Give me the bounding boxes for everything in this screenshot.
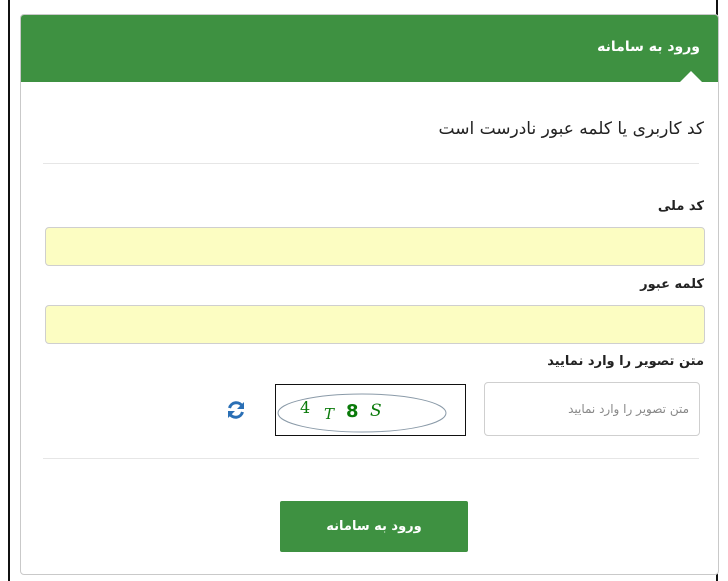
captcha-char: 4 (300, 398, 310, 417)
divider (43, 163, 699, 164)
refresh-icon[interactable] (225, 399, 247, 421)
window-border-left (8, 0, 10, 581)
error-message: کد کاربری یا کلمه عبور نادرست است (438, 119, 704, 139)
captcha-image: 4 T 8 S (275, 384, 466, 436)
login-panel: ورود به سامانه کد کاربری یا کلمه عبور نا… (20, 14, 719, 575)
national-code-field[interactable] (45, 227, 705, 266)
password-field[interactable] (45, 305, 705, 344)
header-notch (680, 71, 702, 82)
login-submit-button[interactable]: ورود به سامانه (280, 501, 468, 552)
password-label: کلمه عبور (640, 277, 704, 292)
captcha-label: متن تصویر را وارد نمایید (547, 354, 704, 369)
captcha-char: S (370, 401, 382, 421)
panel-header: ورود به سامانه (21, 15, 718, 82)
divider (43, 458, 699, 459)
captcha-input[interactable] (484, 382, 700, 436)
national-code-label: کد ملی (657, 199, 704, 214)
panel-title: ورود به سامانه (597, 39, 700, 55)
captcha-char: T (324, 405, 335, 423)
captcha-char: 8 (346, 401, 359, 422)
